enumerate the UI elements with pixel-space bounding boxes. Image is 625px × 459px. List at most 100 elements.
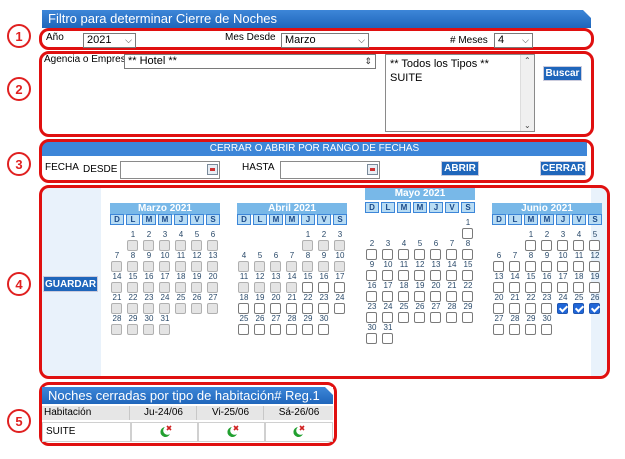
- day-checkbox[interactable]: [302, 324, 313, 335]
- day-checkbox[interactable]: [541, 324, 552, 335]
- day-checkbox[interactable]: [318, 282, 329, 293]
- day-checkbox[interactable]: [462, 270, 473, 281]
- day-checkbox[interactable]: [270, 261, 281, 272]
- day-checkbox[interactable]: [462, 312, 473, 323]
- day-checkbox[interactable]: [111, 282, 122, 293]
- calendar-icon[interactable]: [367, 164, 378, 175]
- day-checkbox[interactable]: [286, 261, 297, 272]
- day-checkbox[interactable]: [254, 261, 265, 272]
- day-checkbox[interactable]: [541, 303, 552, 314]
- day-checkbox[interactable]: [191, 303, 202, 314]
- closed-moon-icon[interactable]: [291, 425, 305, 439]
- day-checkbox[interactable]: [430, 312, 441, 323]
- day-checkbox[interactable]: [270, 282, 281, 293]
- meses-select[interactable]: 4 ⌵: [494, 33, 533, 48]
- day-checkbox[interactable]: [159, 261, 170, 272]
- day-checkbox[interactable]: [557, 240, 568, 251]
- day-checkbox[interactable]: [143, 261, 154, 272]
- day-checkbox[interactable]: [111, 261, 122, 272]
- day-checkbox-checked[interactable]: [573, 303, 584, 314]
- day-checkbox[interactable]: [366, 249, 377, 260]
- day-checkbox[interactable]: [509, 282, 520, 293]
- day-checkbox[interactable]: [541, 240, 552, 251]
- day-checkbox[interactable]: [446, 270, 457, 281]
- guardar-button[interactable]: GUARDAR: [43, 276, 98, 292]
- day-checkbox[interactable]: [430, 270, 441, 281]
- day-checkbox[interactable]: [446, 249, 457, 260]
- day-checkbox[interactable]: [446, 291, 457, 302]
- year-select[interactable]: 2021 ⌵: [83, 33, 136, 48]
- day-checkbox[interactable]: [366, 291, 377, 302]
- day-checkbox[interactable]: [191, 240, 202, 251]
- day-checkbox[interactable]: [318, 240, 329, 251]
- scrollbar[interactable]: ⌃ ⌄: [520, 55, 534, 131]
- day-checkbox[interactable]: [366, 312, 377, 323]
- day-checkbox[interactable]: [557, 261, 568, 272]
- day-checkbox[interactable]: [493, 282, 504, 293]
- day-checkbox[interactable]: [143, 282, 154, 293]
- day-checkbox[interactable]: [430, 291, 441, 302]
- abrir-button[interactable]: ABRIR: [441, 161, 479, 176]
- cerrar-button[interactable]: CERRAR: [540, 161, 586, 176]
- day-checkbox[interactable]: [127, 261, 138, 272]
- day-checkbox[interactable]: [462, 291, 473, 302]
- day-checkbox[interactable]: [207, 240, 218, 251]
- day-checkbox[interactable]: [175, 303, 186, 314]
- day-checkbox[interactable]: [318, 303, 329, 314]
- day-checkbox[interactable]: [525, 261, 536, 272]
- tipo-option-suite[interactable]: SUITE: [390, 72, 422, 84]
- day-checkbox[interactable]: [493, 303, 504, 314]
- day-checkbox[interactable]: [127, 324, 138, 335]
- day-checkbox[interactable]: [175, 282, 186, 293]
- day-checkbox[interactable]: [159, 324, 170, 335]
- day-checkbox[interactable]: [509, 261, 520, 272]
- day-checkbox[interactable]: [541, 282, 552, 293]
- day-checkbox[interactable]: [366, 270, 377, 281]
- tipo-option-all[interactable]: ** Todos los Tipos **: [390, 58, 489, 70]
- day-checkbox[interactable]: [382, 291, 393, 302]
- calendar-icon[interactable]: [207, 164, 218, 175]
- day-checkbox[interactable]: [238, 261, 249, 272]
- scroll-up-icon[interactable]: ⌃: [524, 56, 531, 65]
- day-checkbox[interactable]: [462, 249, 473, 260]
- day-checkbox[interactable]: [573, 240, 584, 251]
- day-checkbox[interactable]: [207, 282, 218, 293]
- day-checkbox[interactable]: [127, 282, 138, 293]
- hasta-input[interactable]: [280, 161, 380, 179]
- day-checkbox[interactable]: [143, 324, 154, 335]
- day-checkbox[interactable]: [589, 240, 600, 251]
- day-checkbox[interactable]: [334, 261, 345, 272]
- day-checkbox[interactable]: [493, 324, 504, 335]
- day-checkbox[interactable]: [302, 303, 313, 314]
- day-checkbox[interactable]: [127, 240, 138, 251]
- day-checkbox-checked[interactable]: [557, 303, 568, 314]
- day-checkbox[interactable]: [127, 303, 138, 314]
- day-checkbox[interactable]: [462, 228, 473, 239]
- day-checkbox[interactable]: [254, 324, 265, 335]
- day-checkbox[interactable]: [398, 291, 409, 302]
- day-checkbox[interactable]: [286, 303, 297, 314]
- day-checkbox[interactable]: [573, 261, 584, 272]
- agencia-select[interactable]: ** Hotel ** ⇕: [124, 54, 376, 69]
- day-checkbox[interactable]: [525, 303, 536, 314]
- day-checkbox[interactable]: [302, 261, 313, 272]
- day-checkbox[interactable]: [238, 282, 249, 293]
- day-checkbox[interactable]: [446, 312, 457, 323]
- tipos-listbox[interactable]: ** Todos los Tipos ** SUITE ⌃ ⌄: [385, 54, 535, 132]
- day-checkbox[interactable]: [159, 240, 170, 251]
- day-checkbox[interactable]: [191, 261, 202, 272]
- scroll-down-icon[interactable]: ⌄: [524, 121, 531, 130]
- day-checkbox[interactable]: [334, 240, 345, 251]
- day-checkbox[interactable]: [493, 261, 504, 272]
- day-checkbox[interactable]: [382, 312, 393, 323]
- day-checkbox[interactable]: [509, 303, 520, 314]
- day-checkbox[interactable]: [589, 282, 600, 293]
- day-checkbox[interactable]: [286, 282, 297, 293]
- day-checkbox[interactable]: [334, 303, 345, 314]
- closed-moon-icon[interactable]: [158, 425, 172, 439]
- day-checkbox[interactable]: [382, 249, 393, 260]
- day-checkbox[interactable]: [366, 333, 377, 344]
- day-checkbox[interactable]: [382, 270, 393, 281]
- mes-desde-select[interactable]: Marzo ⌵: [281, 33, 369, 48]
- day-checkbox[interactable]: [382, 333, 393, 344]
